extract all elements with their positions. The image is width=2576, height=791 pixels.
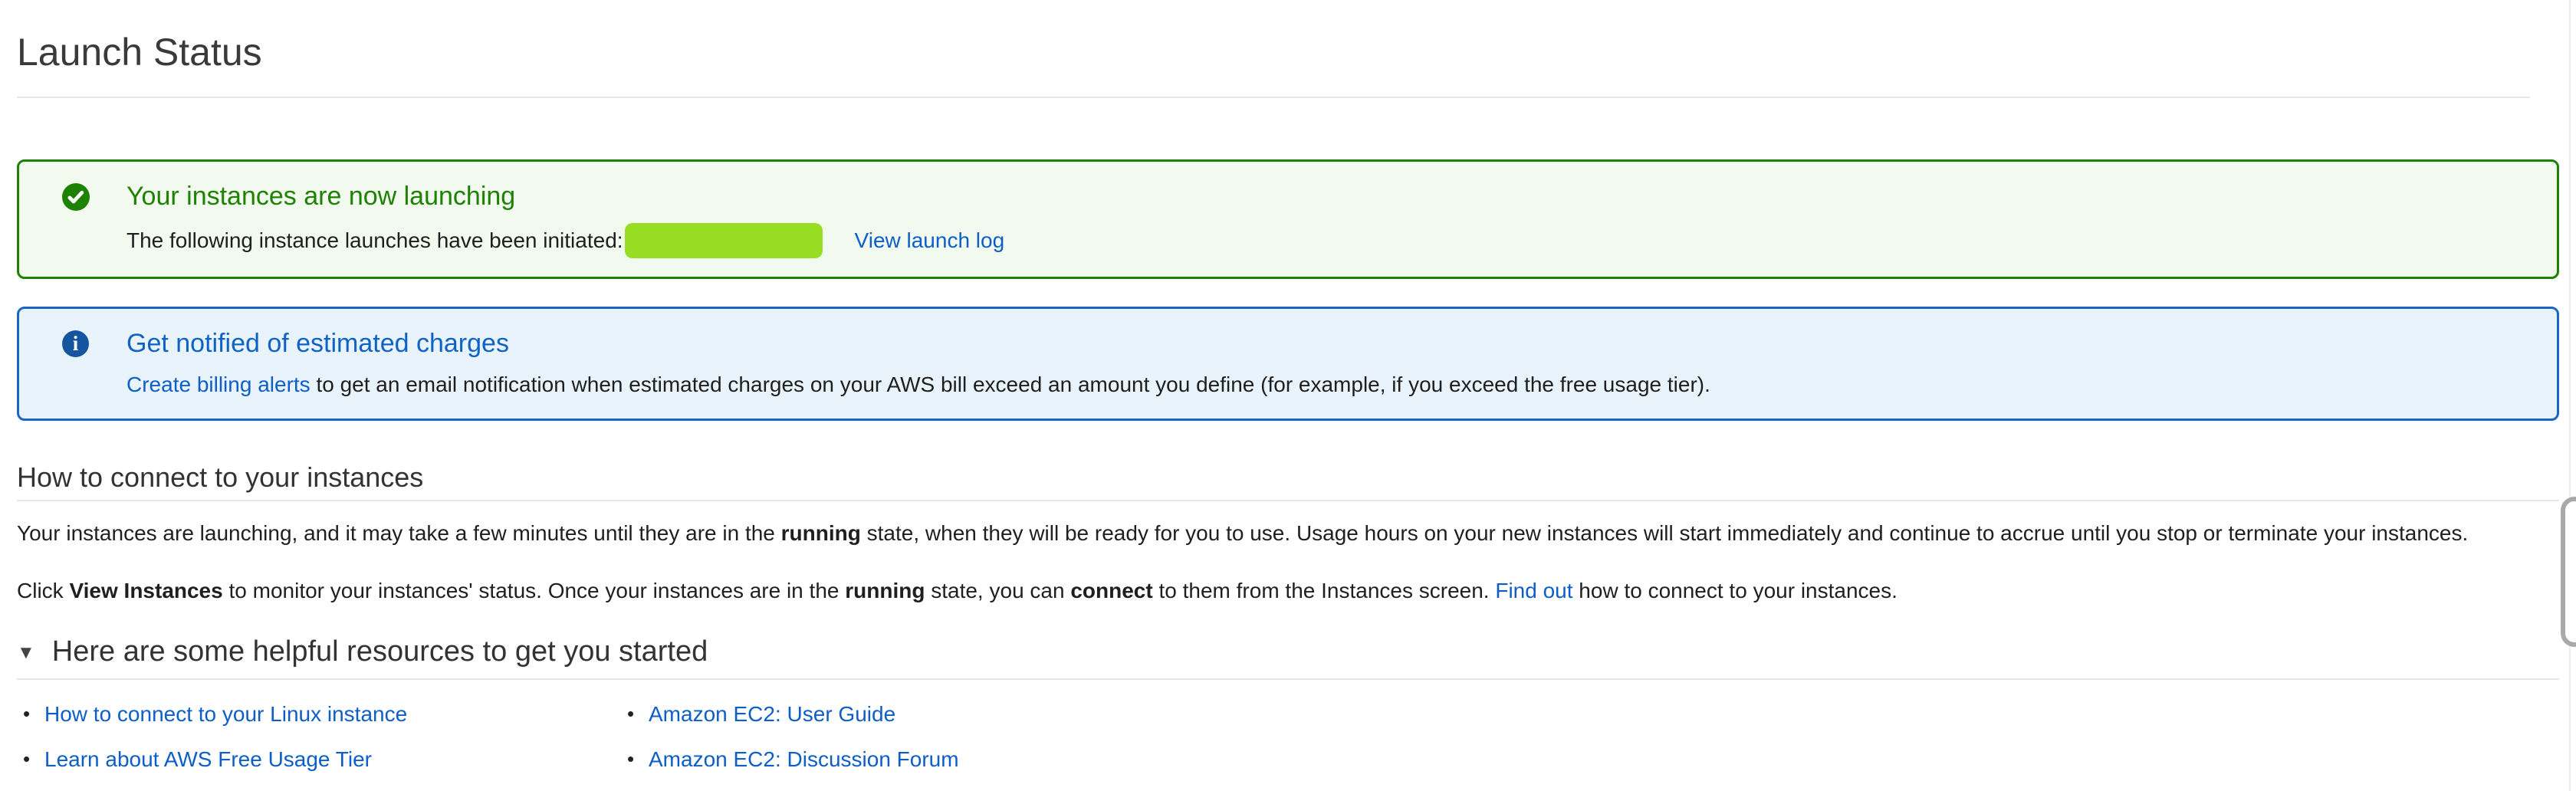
info-circle-icon: i <box>62 330 89 357</box>
text-segment: how to connect to your instances. <box>1573 579 1898 602</box>
ec2-user-guide-link[interactable]: Amazon EC2: User Guide <box>649 702 895 726</box>
resources-link-columns: How to connect to your Linux instance Le… <box>17 703 2559 791</box>
ec2-discussion-forum-link[interactable]: Amazon EC2: Discussion Forum <box>649 747 959 771</box>
bold-text: running <box>781 521 861 545</box>
info-alert-content: Get notified of estimated charges Create… <box>127 327 2534 400</box>
success-alert-title: Your instances are now launching <box>127 180 2534 213</box>
success-icon-wrap <box>62 180 90 259</box>
text-segment: to them from the Instances screen. <box>1153 579 1496 602</box>
scrollbar-thumb[interactable] <box>2561 497 2576 647</box>
list-item: How to connect to your Linux instance <box>17 703 621 727</box>
success-alert-body: The following instance launches have bee… <box>127 223 2534 258</box>
connect-section-heading: How to connect to your instances <box>17 461 2559 494</box>
launch-status-page: Launch Status Your instances are now lau… <box>0 0 2576 791</box>
inline-link[interactable]: Find out <box>1495 579 1572 602</box>
triangle-down-icon: ▼ <box>17 641 35 662</box>
info-icon-wrap: i <box>62 327 90 400</box>
connect-paragraph-2: Click View Instances to monitor your ins… <box>17 576 2559 607</box>
info-alert-body: Create billing alerts to get an email no… <box>127 369 2534 401</box>
resources-column-2: Amazon EC2: User Guide Amazon EC2: Discu… <box>621 703 959 791</box>
list-item: Amazon EC2: Discussion Forum <box>621 748 959 772</box>
resources-divider <box>17 678 2559 680</box>
info-alert: i Get notified of estimated charges Crea… <box>17 307 2559 421</box>
check-circle-icon <box>62 183 90 211</box>
view-launch-log-link[interactable]: View launch log <box>855 228 1005 252</box>
resources-heading: Here are some helpful resources to get y… <box>52 637 708 666</box>
connect-heading-divider <box>17 500 2559 501</box>
connect-paragraph-1: Your instances are launching, and it may… <box>17 518 2559 550</box>
create-billing-alerts-link[interactable]: Create billing alerts <box>127 373 310 396</box>
success-alert-content: Your instances are now launching The fol… <box>127 180 2534 259</box>
instance-id-redaction <box>625 223 823 258</box>
resources-disclosure-toggle[interactable]: ▼ Here are some helpful resources to get… <box>17 637 2559 678</box>
scrollbar-track <box>2569 0 2571 791</box>
text-segment: Click <box>17 579 69 602</box>
success-alert: Your instances are now launching The fol… <box>17 159 2559 280</box>
bold-text: connect <box>1070 579 1152 602</box>
linux-instance-connect-link[interactable]: How to connect to your Linux instance <box>44 702 407 726</box>
info-alert-title: Get notified of estimated charges <box>127 327 2534 360</box>
list-item: Amazon EC2: User Guide <box>621 703 959 727</box>
bold-text: View Instances <box>69 579 222 602</box>
free-usage-tier-link[interactable]: Learn about AWS Free Usage Tier <box>44 747 372 771</box>
text-segment: to monitor your instances' status. Once … <box>223 579 846 602</box>
success-alert-body-text: The following instance launches have bee… <box>127 228 623 252</box>
resources-column-1: How to connect to your Linux instance Le… <box>17 703 621 791</box>
list-item: Learn about AWS Free Usage Tier <box>17 748 621 772</box>
text-segment: Your instances are launching, and it may… <box>17 521 781 545</box>
text-segment: state, you can <box>925 579 1070 602</box>
info-alert-body-text: to get an email notification when estima… <box>310 373 1710 396</box>
text-segment: state, when they will be ready for you t… <box>861 521 2468 545</box>
page-title: Launch Status <box>17 31 2559 75</box>
title-divider <box>17 97 2530 98</box>
bold-text: running <box>845 579 925 602</box>
